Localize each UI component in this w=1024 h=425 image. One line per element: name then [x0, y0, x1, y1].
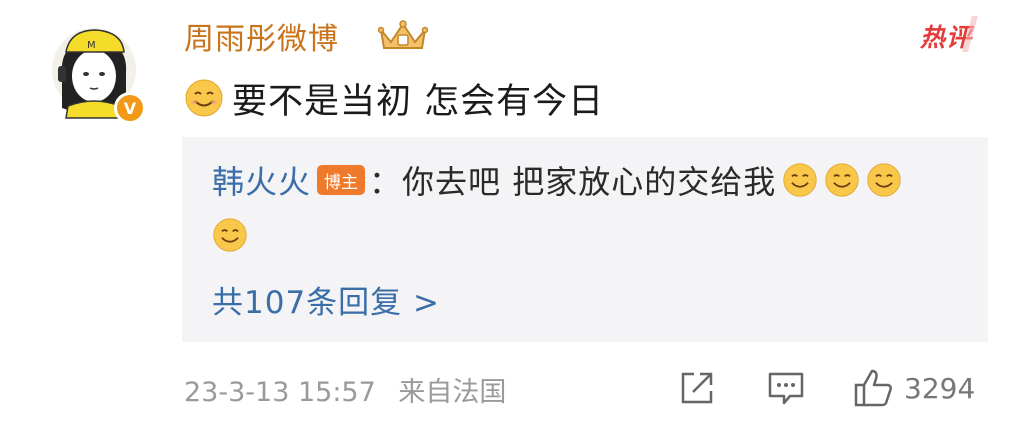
share-button[interactable] [678, 366, 716, 410]
comment-meta: 23-3-13 15:57 来自法国 [184, 370, 520, 409]
verified-icon: V [114, 92, 146, 124]
smile-emoji-icon [783, 163, 817, 197]
reply-username[interactable]: 韩火火 [212, 157, 311, 203]
avatar-letter: M [87, 40, 96, 51]
like-icon [854, 369, 892, 407]
verified-label: V [123, 98, 137, 118]
crown-icon [377, 18, 429, 52]
comment-location: 来自法国 [398, 377, 507, 408]
comment-text: 要不是当初 怎会有今日 [232, 81, 605, 122]
comment-username[interactable]: 周雨彤微博 [184, 14, 339, 58]
smile-emoji-icon [867, 163, 901, 197]
like-count: 3294 [904, 371, 976, 405]
blogger-badge: 博主 [317, 165, 366, 195]
avatar[interactable]: M V [50, 22, 150, 124]
comment-text-line: 要不是当初 怎会有今日 [184, 74, 604, 122]
comment-button[interactable] [766, 366, 806, 410]
reply-line-continued [212, 215, 248, 255]
smile-emoji-icon [825, 163, 859, 197]
smile-emoji-icon [213, 218, 247, 252]
hot-comment-badge: 热评 [914, 14, 984, 54]
like-button[interactable]: 3294 [852, 366, 975, 410]
smile-emoji-icon [185, 79, 223, 117]
more-replies-link[interactable]: 共107条回复 > [212, 277, 440, 322]
comment-date: 23-3-13 15:57 [184, 377, 376, 408]
comment-icon [768, 372, 804, 405]
reply-preview-box[interactable]: 韩火火 博主 ：你去吧 把家放心的交给我 共107条回复 > [182, 137, 988, 342]
reply-text: ：你去吧 把家放心的交给我 [369, 163, 777, 201]
share-icon [681, 372, 713, 404]
reply-line: 韩火火 博主 ：你去吧 把家放心的交给我 [212, 157, 902, 203]
